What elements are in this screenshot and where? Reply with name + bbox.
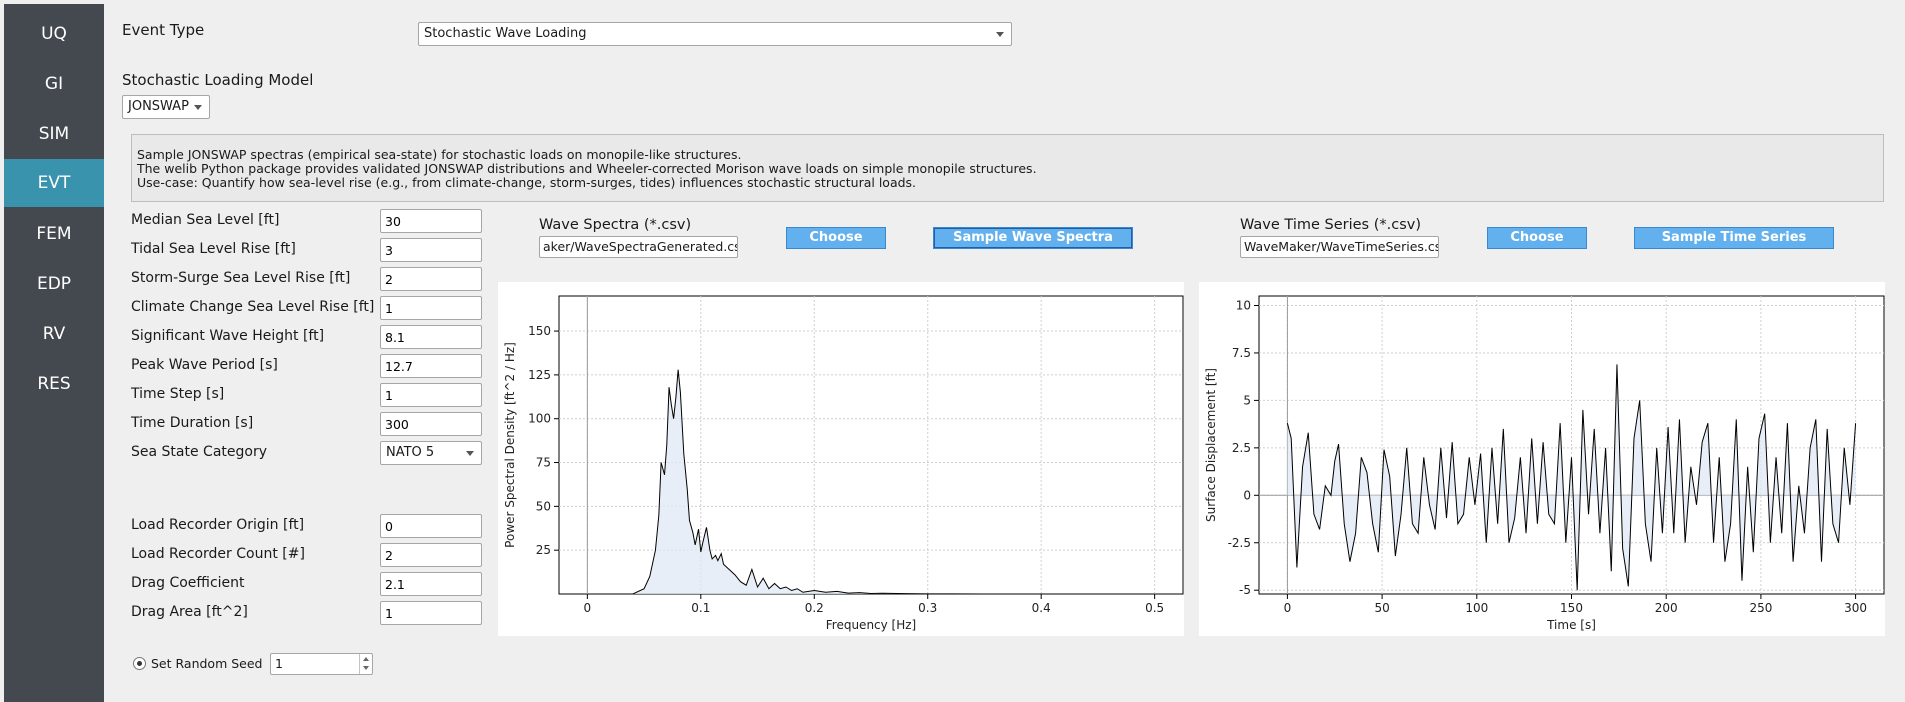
x-tick-label: 0.4 [1032,601,1051,615]
random-seed-label: Set Random Seed [151,656,263,671]
x-tick-label: 0.2 [805,601,824,615]
y-tick-label: 25 [536,543,551,557]
x-tick-label: 0 [584,601,592,615]
spin-up-icon[interactable] [363,657,369,661]
x-axis-label: Time [s] [1546,618,1596,632]
y-tick-label: 125 [528,368,551,382]
wave-spectra-chart: 0 0.1 0.2 0.3 0.4 0.5 25 50 75 100 125 150 Frequency… [503,295,1184,632]
wave-time-series-chart: 0 50 100 150 200 250 300 10 7.5 5 2.5 0 -2.5 -5 Time [… [1204,295,1885,632]
x-axis-label: Frequency [Hz] [826,618,917,632]
drag-area-input[interactable] [380,601,482,625]
sidebar-item-edp[interactable]: EDP [4,260,104,308]
wave-time-series-choose-button[interactable]: Choose [1487,227,1587,249]
y-tick-label: 7.5 [1232,346,1251,360]
random-seed-value: 1 [275,656,283,671]
tidal-sea-level-rise-input[interactable] [380,238,482,262]
chevron-down-icon [194,105,202,110]
wave-spectra-label: Wave Spectra (*.csv) [539,217,692,233]
sidebar-item-uq[interactable]: UQ [4,10,104,58]
y-tick-label: 10 [1236,298,1251,312]
peak-wave-period-label: Peak Wave Period [s] [131,357,278,373]
spin-buttons[interactable] [359,654,372,674]
wave-time-series-label: Wave Time Series (*.csv) [1240,217,1421,233]
median-sea-level-input[interactable] [380,209,482,233]
y-axis-label: Surface Displacement [ft] [1204,368,1218,522]
random-seed-radio[interactable] [133,657,146,670]
x-tick-label: 0.5 [1145,601,1164,615]
sample-time-series-button[interactable]: Sample Time Series [1634,227,1834,249]
significant-wave-height-label: Significant Wave Height [ft] [131,328,325,344]
drag-area-label: Drag Area [ft^2] [131,604,248,620]
y-tick-label: 75 [536,456,551,470]
sea-state-category-select[interactable]: NATO 5 [380,441,482,465]
y-tick-label: -2.5 [1228,536,1251,550]
drag-coefficient-input[interactable] [380,572,482,596]
sidebar: UQ GI SIM EVT FEM EDP RV RES [4,4,104,702]
description-line-1: Sample JONSWAP spectras (empirical sea-s… [137,147,742,162]
event-type-label: Event Type [122,21,205,39]
significant-wave-height-input[interactable] [380,325,482,349]
x-tick-label: 0.1 [691,601,710,615]
sample-wave-spectra-button[interactable]: Sample Wave Spectra [933,227,1133,249]
wave-spectra-path-input[interactable]: aker/WaveSpectraGenerated.csv [539,236,738,258]
random-seed-spinbox[interactable]: 1 [270,653,373,675]
x-tick-label: 100 [1465,601,1488,615]
y-tick-label: 0 [1243,488,1251,502]
storm-surge-sea-level-rise-label: Storm-Surge Sea Level Rise [ft] [131,270,351,286]
wave-time-series-path-input[interactable]: WaveMaker/WaveTimeSeries.csv [1240,236,1439,258]
chevron-down-icon [996,32,1004,37]
storm-surge-sea-level-rise-input[interactable] [380,267,482,291]
y-tick-label: 150 [528,324,551,338]
loading-model-label: Stochastic Loading Model [122,71,314,89]
y-tick-label: 100 [528,412,551,426]
y-tick-label: 5 [1243,393,1251,407]
y-tick-label: 50 [536,499,551,513]
event-type-value: Stochastic Wave Loading [424,26,587,41]
median-sea-level-label: Median Sea Level [ft] [131,212,280,228]
loading-model-select[interactable]: JONSWAP [122,95,210,119]
time-step-input[interactable] [380,383,482,407]
loading-model-value: JONSWAP [128,99,189,114]
time-duration-input[interactable] [380,412,482,436]
sidebar-item-rv[interactable]: RV [4,310,104,358]
description-line-2: The welib Python package provides valida… [137,161,1037,176]
sidebar-item-evt[interactable]: EVT [4,159,104,207]
x-tick-label: 250 [1749,601,1772,615]
event-type-select[interactable]: Stochastic Wave Loading [418,22,1012,46]
peak-wave-period-input[interactable] [380,354,482,378]
plot-frame [558,295,1184,595]
sidebar-item-fem[interactable]: FEM [4,210,104,258]
x-tick-label: 0.3 [918,601,937,615]
y-tick-label: 2.5 [1232,441,1251,455]
sidebar-item-sim[interactable]: SIM [4,110,104,158]
x-tick-label: 150 [1560,601,1583,615]
drag-coefficient-label: Drag Coefficient [131,575,245,591]
y-axis-label: Power Spectral Density [ft^2 / Hz] [503,342,517,548]
load-recorder-origin-input[interactable] [380,514,482,538]
load-recorder-origin-label: Load Recorder Origin [ft] [131,517,305,533]
chevron-down-icon [466,451,474,456]
time-duration-label: Time Duration [s] [131,415,254,431]
spin-down-icon[interactable] [363,666,369,670]
sidebar-item-gi[interactable]: GI [4,60,104,108]
sidebar-item-res[interactable]: RES [4,360,104,408]
climate-change-sea-level-rise-input[interactable] [380,296,482,320]
x-tick-label: 200 [1655,601,1678,615]
wave-spectra-choose-button[interactable]: Choose [786,227,886,249]
wave-time-series-plot-panel: 0 50 100 150 200 250 300 10 7.5 5 2.5 0 -2.5 -5 Time [… [1199,282,1885,636]
x-tick-label: 50 [1374,601,1389,615]
y-tick-label: -5 [1239,583,1251,597]
wave-spectra-plot-panel: 0 0.1 0.2 0.3 0.4 0.5 25 50 75 100 125 150 Frequency… [498,282,1184,636]
x-tick-label: 0 [1284,601,1292,615]
sea-state-category-value: NATO 5 [386,445,435,460]
x-tick-label: 300 [1844,601,1867,615]
load-recorder-count-label: Load Recorder Count [#] [131,546,305,562]
climate-change-sea-level-rise-label: Climate Change Sea Level Rise [ft] [131,299,375,315]
tidal-sea-level-rise-label: Tidal Sea Level Rise [ft] [131,241,296,257]
load-recorder-count-input[interactable] [380,543,482,567]
sea-state-category-label: Sea State Category [131,444,267,460]
description-line-3: Use-case: Quantify how sea-level rise (e… [137,175,917,190]
description-box: Sample JONSWAP spectras (empirical sea-s… [131,134,1884,202]
time-step-label: Time Step [s] [131,386,225,402]
